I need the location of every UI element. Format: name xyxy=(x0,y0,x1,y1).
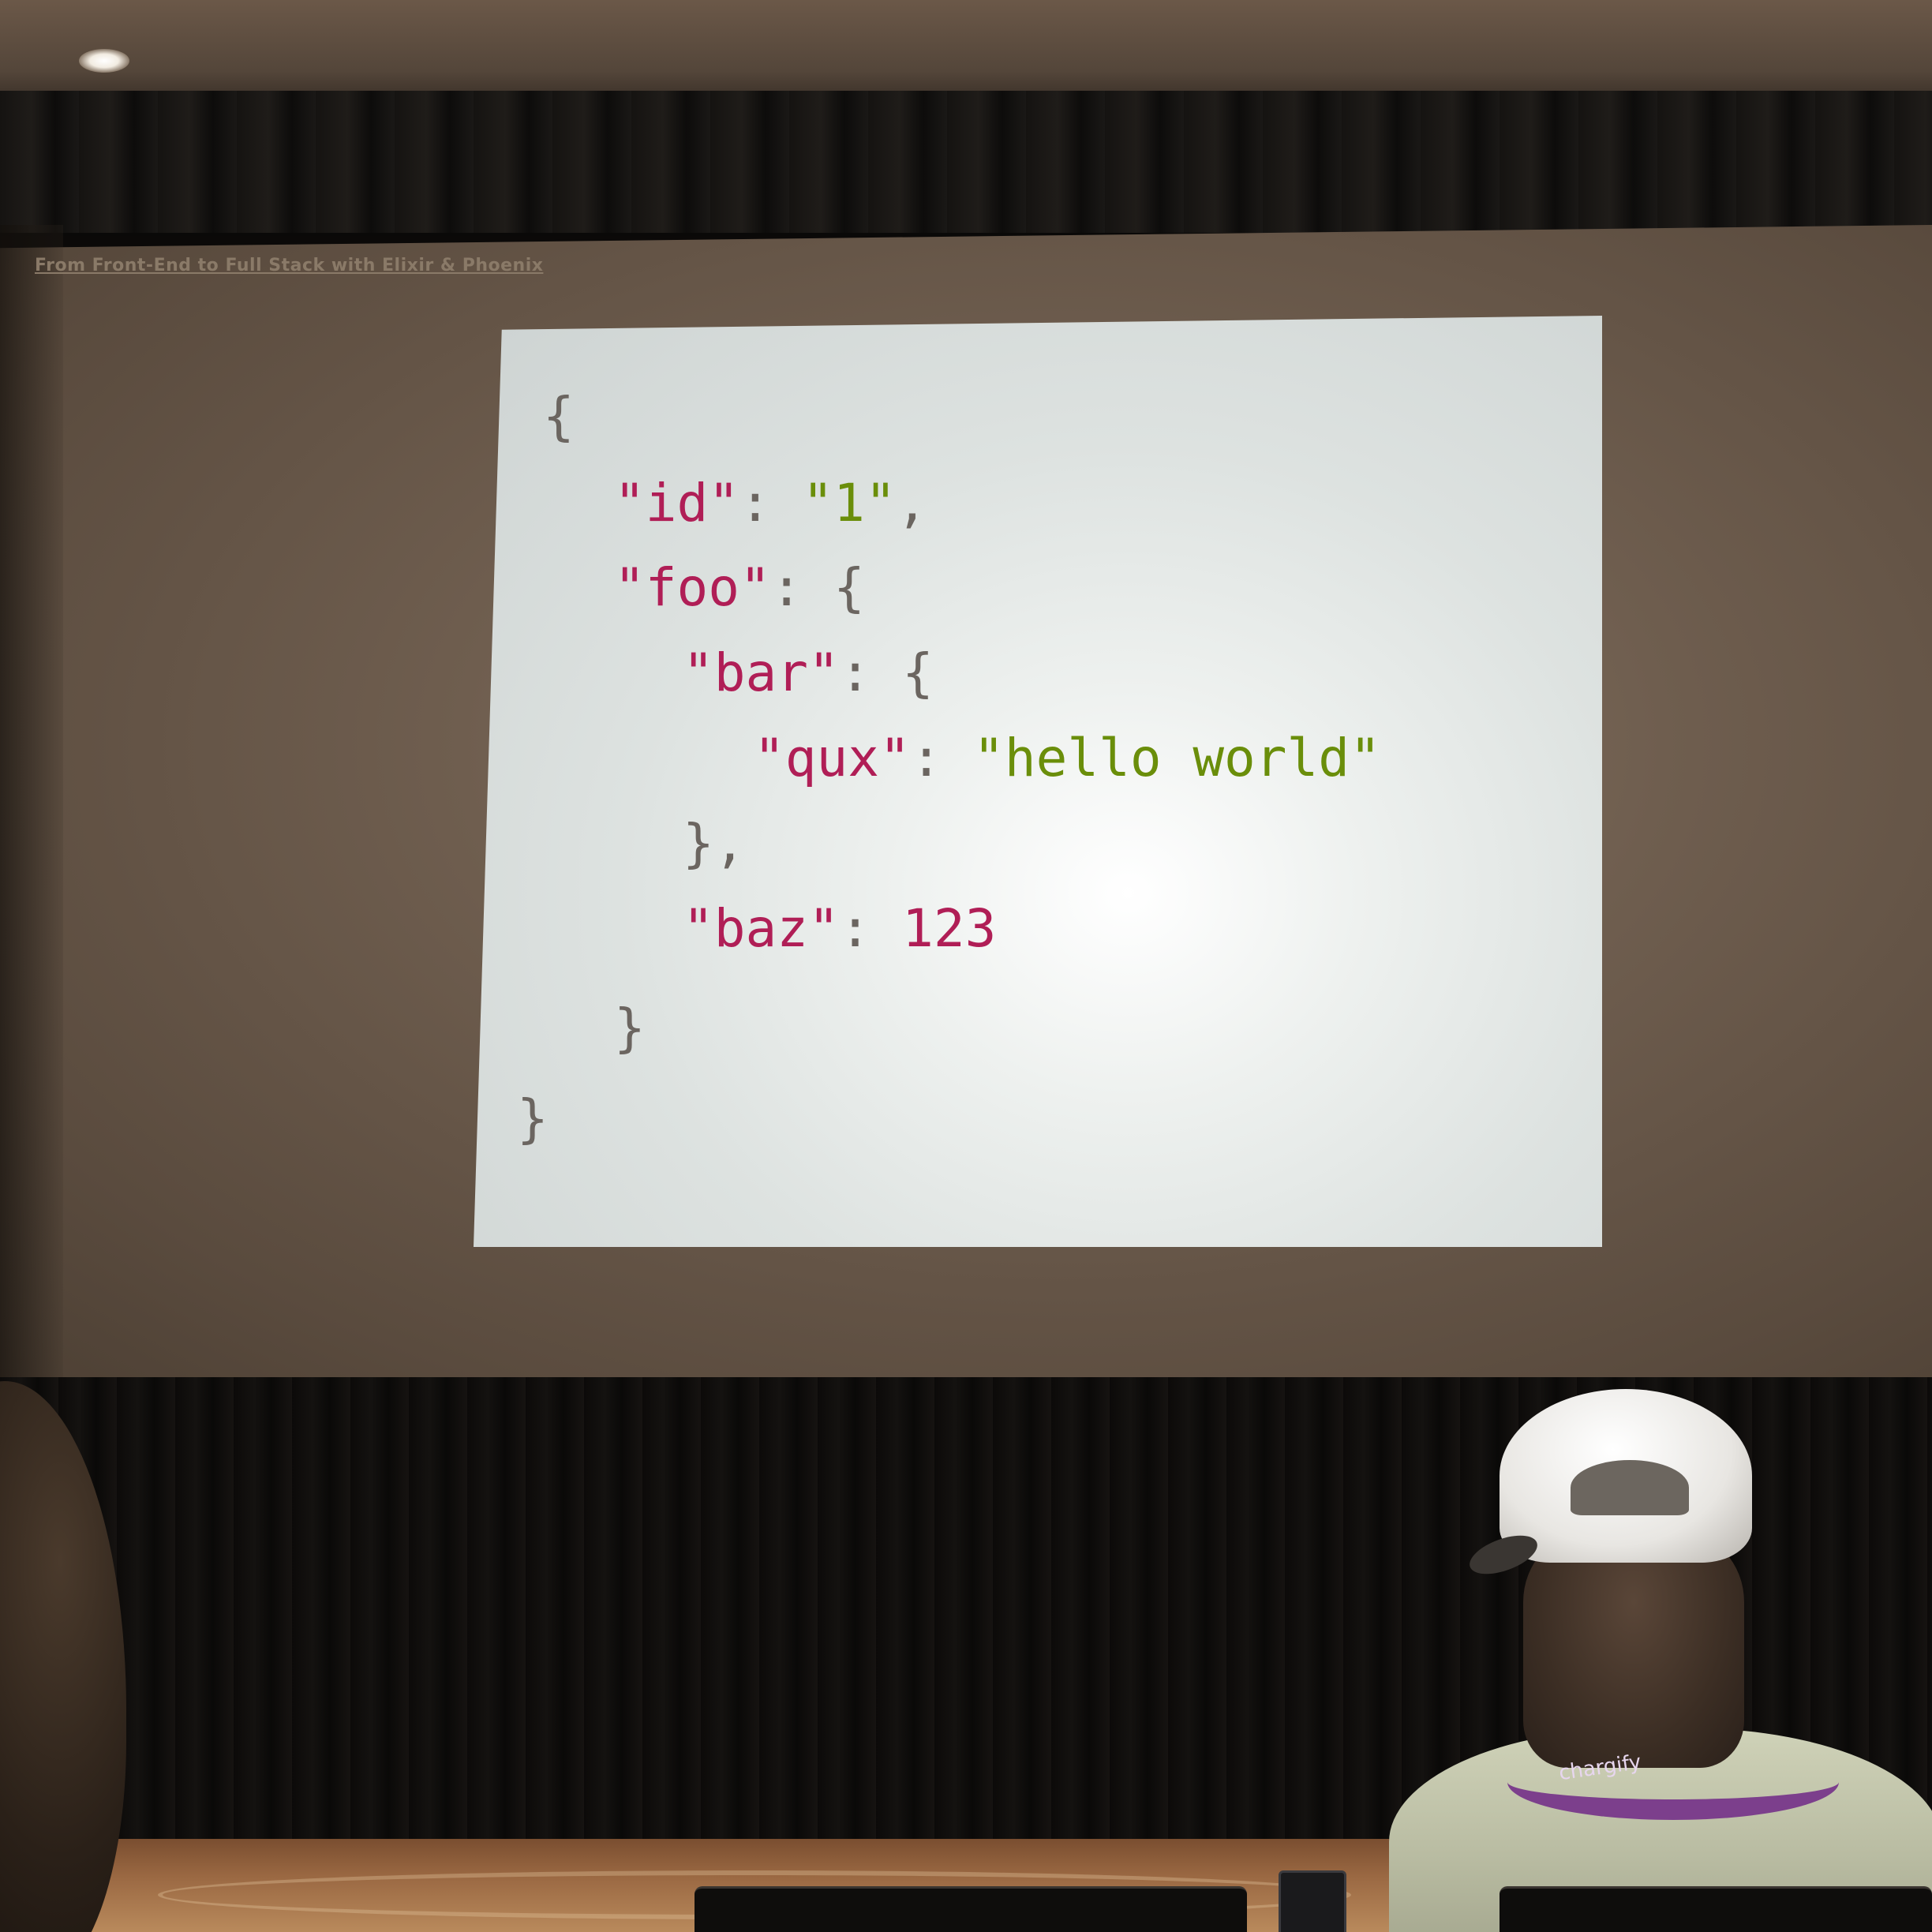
code-token: : xyxy=(839,898,903,959)
code-token: "hello world" xyxy=(973,728,1381,788)
ceiling-light xyxy=(79,49,129,73)
code-token: "baz" xyxy=(683,898,840,959)
code-slide: {"id": "1", "foo": {"bar": {"qux": "hello… xyxy=(474,316,1602,1247)
audience-member xyxy=(1342,1389,1932,1932)
code-line: "foo": { xyxy=(614,562,865,614)
code-token: : { xyxy=(770,557,865,618)
cap-back-opening xyxy=(1571,1460,1689,1515)
code-line: "id": "1", xyxy=(614,477,927,530)
code-line: } xyxy=(614,1002,646,1054)
code-token: "foo" xyxy=(614,557,771,618)
code-line: "baz": 123 xyxy=(683,903,996,955)
code-token: , xyxy=(896,473,928,534)
deck-title: From Front-End to Full Stack with Elixir… xyxy=(35,256,544,275)
code-token: { xyxy=(543,386,575,447)
head xyxy=(1523,1531,1744,1768)
code-token: "bar" xyxy=(683,642,840,703)
code-line: "bar": { xyxy=(683,647,934,699)
seat-back xyxy=(1500,1886,1932,1932)
code-token: "1" xyxy=(802,473,897,534)
code-line: } xyxy=(517,1093,549,1145)
code-token: }, xyxy=(683,813,746,874)
code-token: : { xyxy=(839,642,934,703)
code-line: { xyxy=(543,391,575,443)
screen-edge-shadow xyxy=(0,225,63,1377)
code-token: } xyxy=(517,1088,549,1149)
stage-valance xyxy=(0,91,1932,236)
laptop xyxy=(1279,1870,1346,1932)
lanyard xyxy=(1507,1744,1839,1820)
presentation-scene: From Front-End to Full Stack with Elixir… xyxy=(0,0,1932,1932)
code-token: 123 xyxy=(902,898,997,959)
seat-back xyxy=(695,1886,1247,1932)
code-token: : xyxy=(910,728,974,788)
code-line: }, xyxy=(683,818,745,870)
code-token: } xyxy=(614,998,646,1058)
code-token: : xyxy=(739,473,803,534)
code-line: "qux": "hello world" xyxy=(754,732,1381,784)
code-token: "qux" xyxy=(754,728,911,788)
code-token: "id" xyxy=(614,473,739,534)
